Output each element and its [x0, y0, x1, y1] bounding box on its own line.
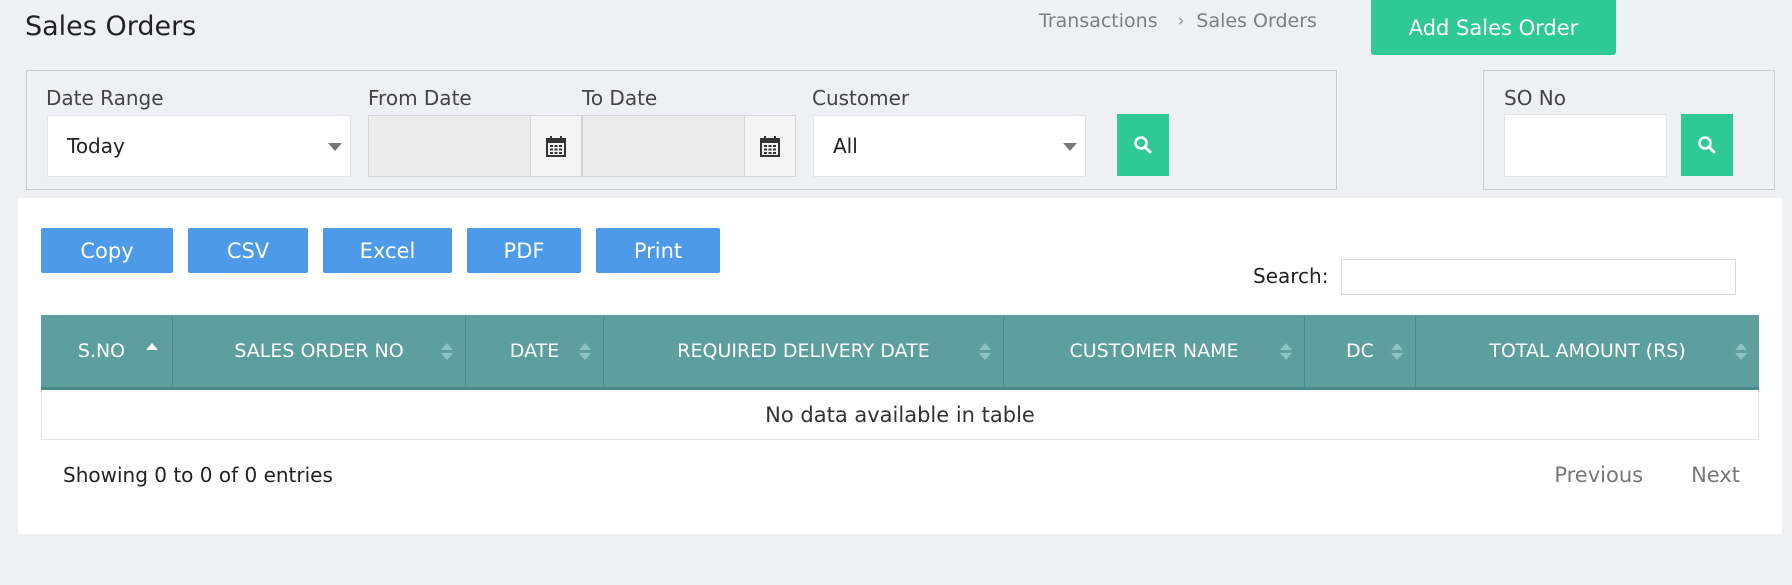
column-header-total-amount[interactable]: TOTAL AMOUNT (RS) — [1416, 315, 1759, 387]
customer-select[interactable]: All — [813, 115, 1086, 177]
to-date-group — [582, 115, 796, 177]
excel-button[interactable]: Excel — [323, 228, 452, 273]
sort-icon — [979, 343, 991, 363]
table-info: Showing 0 to 0 of 0 entries — [63, 463, 333, 487]
customer-label: Customer — [812, 86, 910, 110]
previous-button[interactable]: Previous — [1554, 463, 1643, 487]
search-icon — [1698, 136, 1716, 154]
breadcrumb-transactions[interactable]: Transactions — [1039, 10, 1158, 32]
column-label: DATE — [509, 340, 560, 362]
calendar-icon[interactable] — [745, 116, 795, 176]
page-title: Sales Orders — [25, 11, 197, 42]
caret-down-icon — [328, 143, 342, 151]
column-header-sno[interactable]: S.NO — [41, 315, 173, 387]
from-date-input[interactable] — [369, 116, 532, 176]
csv-button[interactable]: CSV — [188, 228, 308, 273]
search-label: Search: — [1253, 264, 1329, 288]
so-search-button[interactable] — [1681, 114, 1733, 176]
column-label: DC — [1346, 340, 1374, 362]
so-no-panel: SO No — [1483, 70, 1775, 190]
caret-down-icon — [1063, 143, 1077, 151]
table-header: S.NO SALES ORDER NO DATE REQUIRED DELIVE… — [41, 315, 1759, 390]
from-date-group — [368, 115, 582, 177]
copy-button[interactable]: Copy — [41, 228, 173, 273]
column-label: TOTAL AMOUNT (RS) — [1489, 340, 1686, 362]
sort-icon — [1735, 343, 1747, 363]
column-label: CUSTOMER NAME — [1069, 340, 1239, 362]
date-range-label: Date Range — [46, 86, 164, 110]
breadcrumb: Transactions › Sales Orders — [1039, 10, 1317, 32]
column-header-required-delivery-date[interactable]: REQUIRED DELIVERY DATE — [604, 315, 1004, 387]
filter-panel: Date Range Today From Date To Date Custo… — [26, 70, 1337, 190]
next-button[interactable]: Next — [1691, 463, 1740, 487]
search-icon — [1134, 136, 1152, 154]
add-sales-order-button[interactable]: Add Sales Order — [1371, 0, 1616, 55]
orders-card: Copy CSV Excel PDF Print Search: S.NO SA… — [18, 198, 1782, 534]
print-button[interactable]: Print — [596, 228, 720, 273]
sort-icon — [441, 343, 453, 363]
column-label: REQUIRED DELIVERY DATE — [677, 340, 930, 362]
breadcrumb-sales-orders: Sales Orders — [1196, 10, 1317, 32]
column-header-customer-name[interactable]: CUSTOMER NAME — [1004, 315, 1305, 387]
column-header-dc[interactable]: DC — [1305, 315, 1416, 387]
filter-search-button[interactable] — [1117, 114, 1169, 176]
sort-icon — [579, 343, 591, 363]
so-no-input[interactable] — [1504, 114, 1667, 177]
column-label: S.NO — [77, 340, 126, 362]
column-label: SALES ORDER NO — [234, 340, 404, 362]
to-date-input[interactable] — [583, 116, 746, 176]
to-date-label: To Date — [582, 86, 658, 110]
from-date-label: From Date — [368, 86, 472, 110]
pdf-button[interactable]: PDF — [467, 228, 581, 273]
date-range-select[interactable]: Today — [47, 115, 351, 177]
calendar-icon[interactable] — [531, 116, 581, 176]
sort-icon — [1280, 343, 1292, 363]
pagination: Previous Next — [1554, 463, 1740, 487]
column-header-date[interactable]: DATE — [466, 315, 604, 387]
sales-orders-table: S.NO SALES ORDER NO DATE REQUIRED DELIVE… — [41, 315, 1759, 440]
sort-asc-icon — [146, 343, 158, 363]
empty-message: No data available in table — [765, 402, 1035, 427]
customer-value: All — [833, 134, 858, 158]
chevron-right-icon: › — [1177, 11, 1185, 31]
search-input[interactable] — [1341, 259, 1736, 295]
date-range-value: Today — [67, 134, 125, 158]
so-no-label: SO No — [1504, 86, 1566, 110]
table-empty-row: No data available in table — [41, 390, 1759, 440]
sort-icon — [1391, 343, 1403, 363]
column-header-sales-order-no[interactable]: SALES ORDER NO — [173, 315, 466, 387]
